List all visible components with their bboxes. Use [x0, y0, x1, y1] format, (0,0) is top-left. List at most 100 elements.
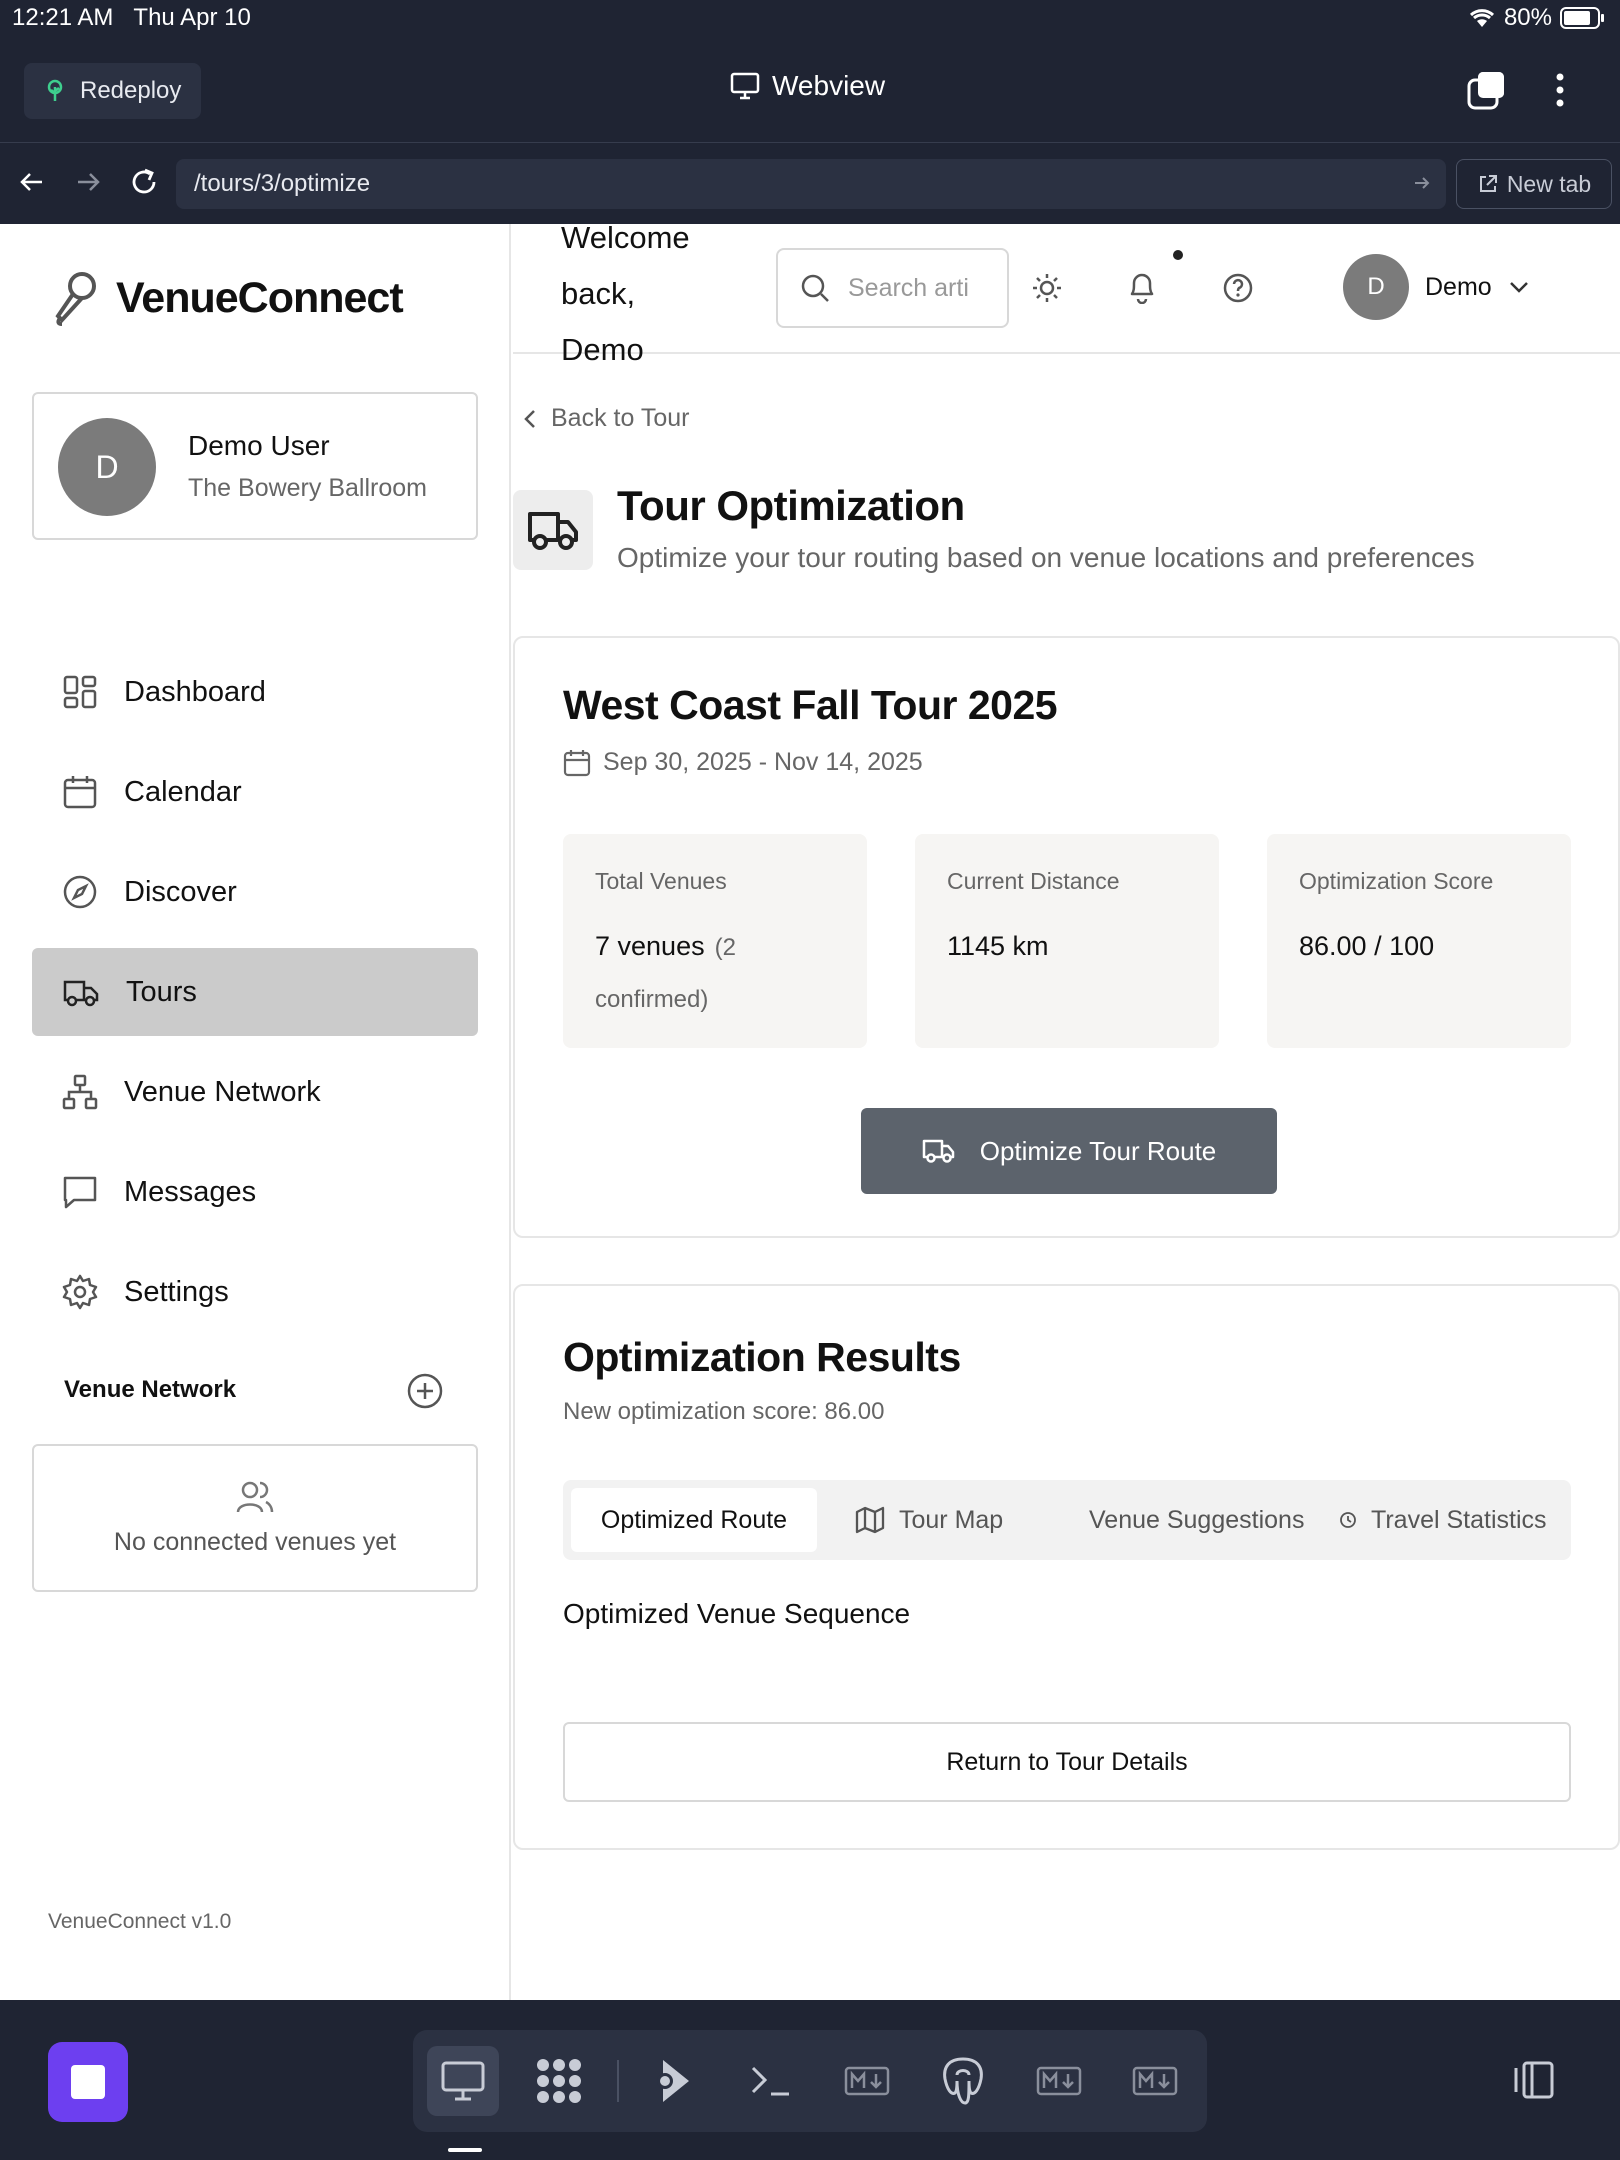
compass-icon — [63, 875, 97, 909]
back-to-tour-link[interactable]: Back to Tour — [523, 404, 690, 433]
dock-deploy-button[interactable] — [639, 2046, 711, 2116]
tab-label: Travel Statistics — [1371, 1505, 1547, 1534]
main-content: Welcome back, Demo D Demo Bac — [513, 220, 1620, 2000]
arrow-right-icon — [78, 173, 100, 191]
dock-postgres-button[interactable] — [927, 2046, 999, 2116]
url-go-icon[interactable] — [1412, 173, 1432, 193]
tabs-button[interactable] — [1466, 70, 1506, 110]
stat-label: Current Distance — [947, 868, 1120, 894]
user-menu-name: Demo — [1425, 272, 1492, 301]
page-subtitle: Optimize your tour routing based on venu… — [617, 542, 1475, 573]
dock-terminal-button[interactable] — [735, 2046, 807, 2116]
monitor-icon — [441, 2061, 485, 2101]
network-icon — [62, 1074, 98, 1110]
new-tab-button[interactable]: New tab — [1456, 159, 1612, 209]
microphone-icon — [55, 272, 96, 326]
optimize-label: Optimize Tour Route — [979, 1135, 1217, 1166]
sidebar-item-tours[interactable]: Tours — [32, 948, 478, 1036]
markdown-icon — [1036, 2066, 1082, 2096]
markdown-icon — [844, 2066, 890, 2096]
more-menu-button[interactable] — [1546, 70, 1574, 110]
tab-venue-suggestions[interactable]: Venue Suggestions — [1069, 1488, 1324, 1552]
theme-toggle-button[interactable] — [1031, 272, 1063, 304]
dock-apps-button[interactable] — [523, 2046, 595, 2116]
results-tabs: Optimized Route Tour Map Venue Suggestio… — [563, 1480, 1571, 1560]
browser-back-button[interactable] — [18, 168, 46, 196]
plus-circle-icon — [407, 1373, 443, 1409]
search-icon — [801, 274, 829, 302]
redeploy-label: Redeploy — [80, 77, 182, 104]
tour-dates-text: Sep 30, 2025 - Nov 14, 2025 — [603, 748, 923, 776]
brand-logo[interactable]: VenueConnect — [52, 270, 404, 326]
sidebar-item-discover[interactable]: Discover — [32, 848, 478, 936]
deploy-tree-icon — [47, 79, 63, 101]
help-button[interactable] — [1222, 272, 1254, 304]
welcome-text: Welcome back, Demo — [561, 220, 690, 367]
url-bar[interactable]: /tours/3/optimize — [176, 159, 1446, 209]
optimize-tour-route-button[interactable]: Optimize Tour Route — [861, 1108, 1277, 1194]
tab-label: Venue Suggestions — [1089, 1505, 1305, 1534]
sun-icon — [1033, 274, 1061, 302]
dock-monitor-button[interactable] — [427, 2046, 499, 2116]
stop-button[interactable] — [48, 2042, 128, 2122]
tour-summary-card: West Coast Fall Tour 2025 Sep 30, 2025 -… — [513, 636, 1620, 1238]
help-circle-icon — [1223, 273, 1253, 303]
search-field[interactable] — [776, 248, 1009, 328]
stat-label: Total Venues — [595, 868, 727, 894]
webview-title-text: Webview — [772, 70, 886, 101]
truck-icon — [528, 512, 578, 550]
sequence-title: Optimized Venue Sequence — [563, 1598, 911, 1629]
terminal-icon — [751, 2066, 789, 2096]
return-to-tour-button[interactable]: Return to Tour Details — [563, 1722, 1571, 1802]
dock-markdown-button-2[interactable] — [1023, 2046, 1095, 2116]
clock-icon — [1340, 1512, 1356, 1528]
dashboard-icon — [63, 675, 97, 709]
back-label: Back to Tour — [551, 404, 690, 432]
add-venue-button[interactable] — [406, 1372, 444, 1410]
sidebar-item-settings[interactable]: Settings — [32, 1248, 478, 1336]
sidebar-item-label: Messages — [124, 1175, 257, 1208]
side-panel-button[interactable] — [1508, 2060, 1556, 2100]
tab-travel-statistics[interactable]: Travel Statistics — [1319, 1488, 1567, 1552]
sidebar-item-dashboard[interactable]: Dashboard — [32, 648, 478, 736]
optimization-results-card: Optimization Results New optimization sc… — [513, 1284, 1620, 1850]
venue-network-empty: No connected venues yet — [32, 1444, 478, 1592]
sidebar-item-label: Dashboard — [124, 675, 266, 708]
sidebar: VenueConnect D Demo User The Bowery Ball… — [0, 224, 511, 2000]
user-menu[interactable]: D Demo — [1343, 254, 1530, 320]
web-content: VenueConnect D Demo User The Bowery Ball… — [0, 220, 1620, 2000]
sidebar-item-calendar[interactable]: Calendar — [32, 748, 478, 836]
status-time: 12:21 AM Thu Apr 10 — [12, 4, 251, 31]
status-right: 80% — [1468, 4, 1606, 32]
message-icon — [63, 1176, 97, 1209]
user-card[interactable]: D Demo User The Bowery Ballroom — [32, 392, 478, 540]
page-title: Tour Optimization — [617, 482, 965, 529]
dock-divider — [617, 2060, 619, 2102]
truck-icon — [922, 1139, 954, 1163]
sidebar-item-messages[interactable]: Messages — [32, 1148, 478, 1236]
stat-optimization-score: Optimization Score 86.00 / 100 — [1267, 834, 1571, 1048]
bell-icon — [1130, 273, 1154, 304]
more-vertical-icon — [1556, 73, 1564, 107]
tab-tour-map[interactable]: Tour Map — [835, 1488, 1023, 1552]
search-input[interactable] — [848, 273, 968, 303]
dock-markdown-button[interactable] — [831, 2046, 903, 2116]
return-label: Return to Tour Details — [946, 1747, 1188, 1776]
notifications-button[interactable] — [1126, 270, 1158, 304]
stat-value: 7 venues (2 confirmed) — [595, 921, 835, 1025]
browser-forward-button[interactable] — [74, 168, 102, 196]
redeploy-button[interactable]: Redeploy — [24, 63, 201, 119]
sidebar-item-venue-network[interactable]: Venue Network — [32, 1048, 478, 1136]
dock-markdown-button-3[interactable] — [1119, 2046, 1191, 2116]
deploy-icon — [657, 2060, 689, 2102]
tab-optimized-route[interactable]: Optimized Route — [571, 1488, 817, 1552]
sidebar-item-label: Tours — [126, 975, 197, 1008]
reload-button[interactable] — [128, 166, 160, 198]
user-name: Demo User — [188, 430, 330, 461]
stat-total-venues: Total Venues 7 venues (2 confirmed) — [563, 834, 867, 1048]
battery-percent: 80% — [1503, 4, 1552, 31]
chevron-down-icon — [1509, 282, 1528, 293]
tab-label: Optimized Route — [600, 1505, 788, 1534]
chevron-left-icon — [524, 409, 535, 428]
stat-label: Optimization Score — [1299, 868, 1494, 894]
